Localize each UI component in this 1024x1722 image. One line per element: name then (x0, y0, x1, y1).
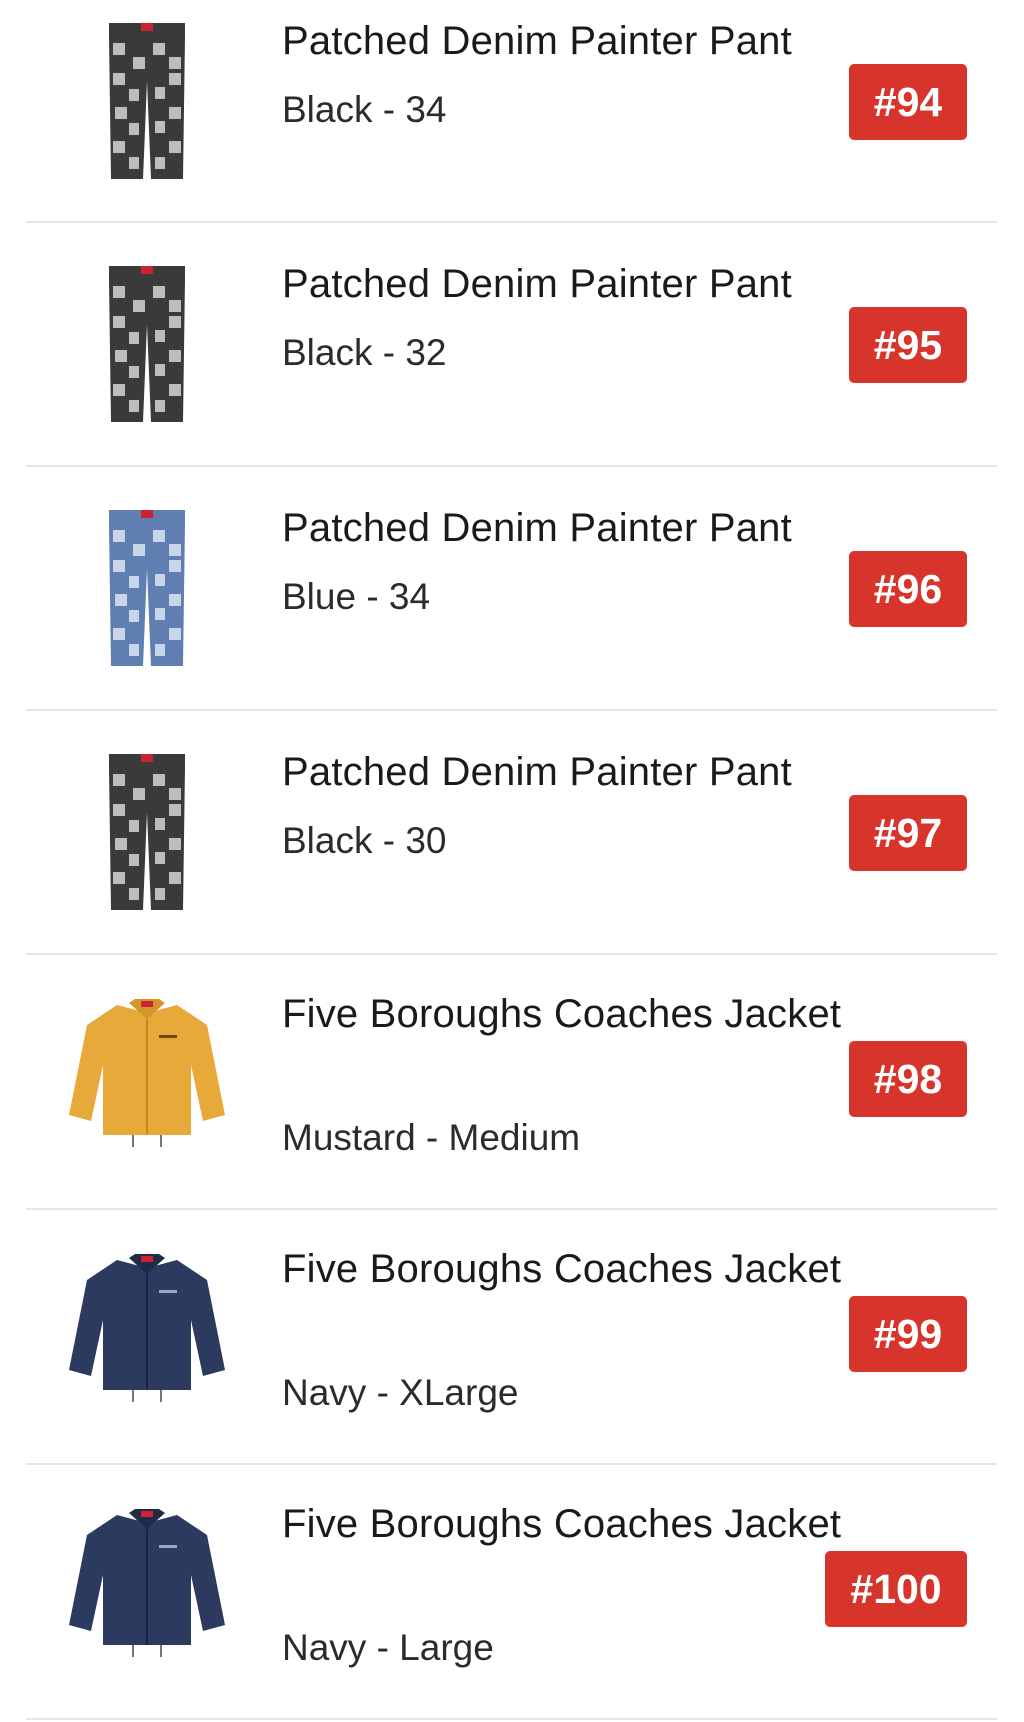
list-item[interactable]: Patched Denim Painter Pant Black - 32 #9… (26, 223, 997, 467)
rank-badge: #97 (849, 795, 967, 871)
list-item[interactable]: Five Boroughs Coaches Jacket Navy - Larg… (26, 1465, 997, 1720)
mustard-coaches-jacket-icon (62, 995, 232, 1155)
product-variant: Mustard - Medium (282, 1117, 581, 1158)
rank-badge: #94 (849, 64, 967, 140)
rank-badge: #100 (825, 1551, 967, 1627)
black-patched-pant-icon (62, 749, 232, 914)
product-variant: Navy - XLarge (282, 1372, 519, 1413)
product-title: Patched Denim Painter Pant (282, 19, 792, 63)
navy-coaches-jacket-icon (62, 1505, 232, 1665)
product-rank-list: Patched Denim Painter Pant Black - 34 #9… (0, 0, 1024, 1722)
black-patched-pant-icon (62, 18, 232, 183)
rank-badge: #96 (849, 551, 967, 627)
product-variant: Black - 30 (282, 820, 447, 861)
rank-badge: #99 (849, 1296, 967, 1372)
product-variant: Black - 32 (282, 332, 447, 373)
list-item[interactable]: Patched Denim Painter Pant Black - 34 #9… (26, 0, 997, 223)
navy-coaches-jacket-icon (62, 1250, 232, 1410)
product-title: Five Boroughs Coaches Jacket (282, 1502, 842, 1546)
product-variant: Black - 34 (282, 89, 447, 130)
rank-badge: #95 (849, 307, 967, 383)
product-variant: Navy - Large (282, 1627, 494, 1668)
list-item[interactable]: Patched Denim Painter Pant Black - 30 #9… (26, 711, 997, 955)
product-title: Five Boroughs Coaches Jacket (282, 1247, 842, 1291)
list-item[interactable]: Five Boroughs Coaches Jacket Mustard - M… (26, 955, 997, 1210)
list-item[interactable]: Five Boroughs Coaches Jacket Navy - XLar… (26, 1210, 997, 1465)
product-title: Patched Denim Painter Pant (282, 262, 792, 306)
product-title: Patched Denim Painter Pant (282, 750, 792, 794)
list-item[interactable]: Patched Denim Painter Pant Blue - 34 #96 (26, 467, 997, 711)
product-title: Five Boroughs Coaches Jacket (282, 992, 842, 1036)
blue-patched-pant-icon (62, 505, 232, 670)
product-variant: Blue - 34 (282, 576, 431, 617)
rank-badge: #98 (849, 1041, 967, 1117)
black-patched-pant-icon (62, 261, 232, 426)
product-title: Patched Denim Painter Pant (282, 506, 792, 550)
